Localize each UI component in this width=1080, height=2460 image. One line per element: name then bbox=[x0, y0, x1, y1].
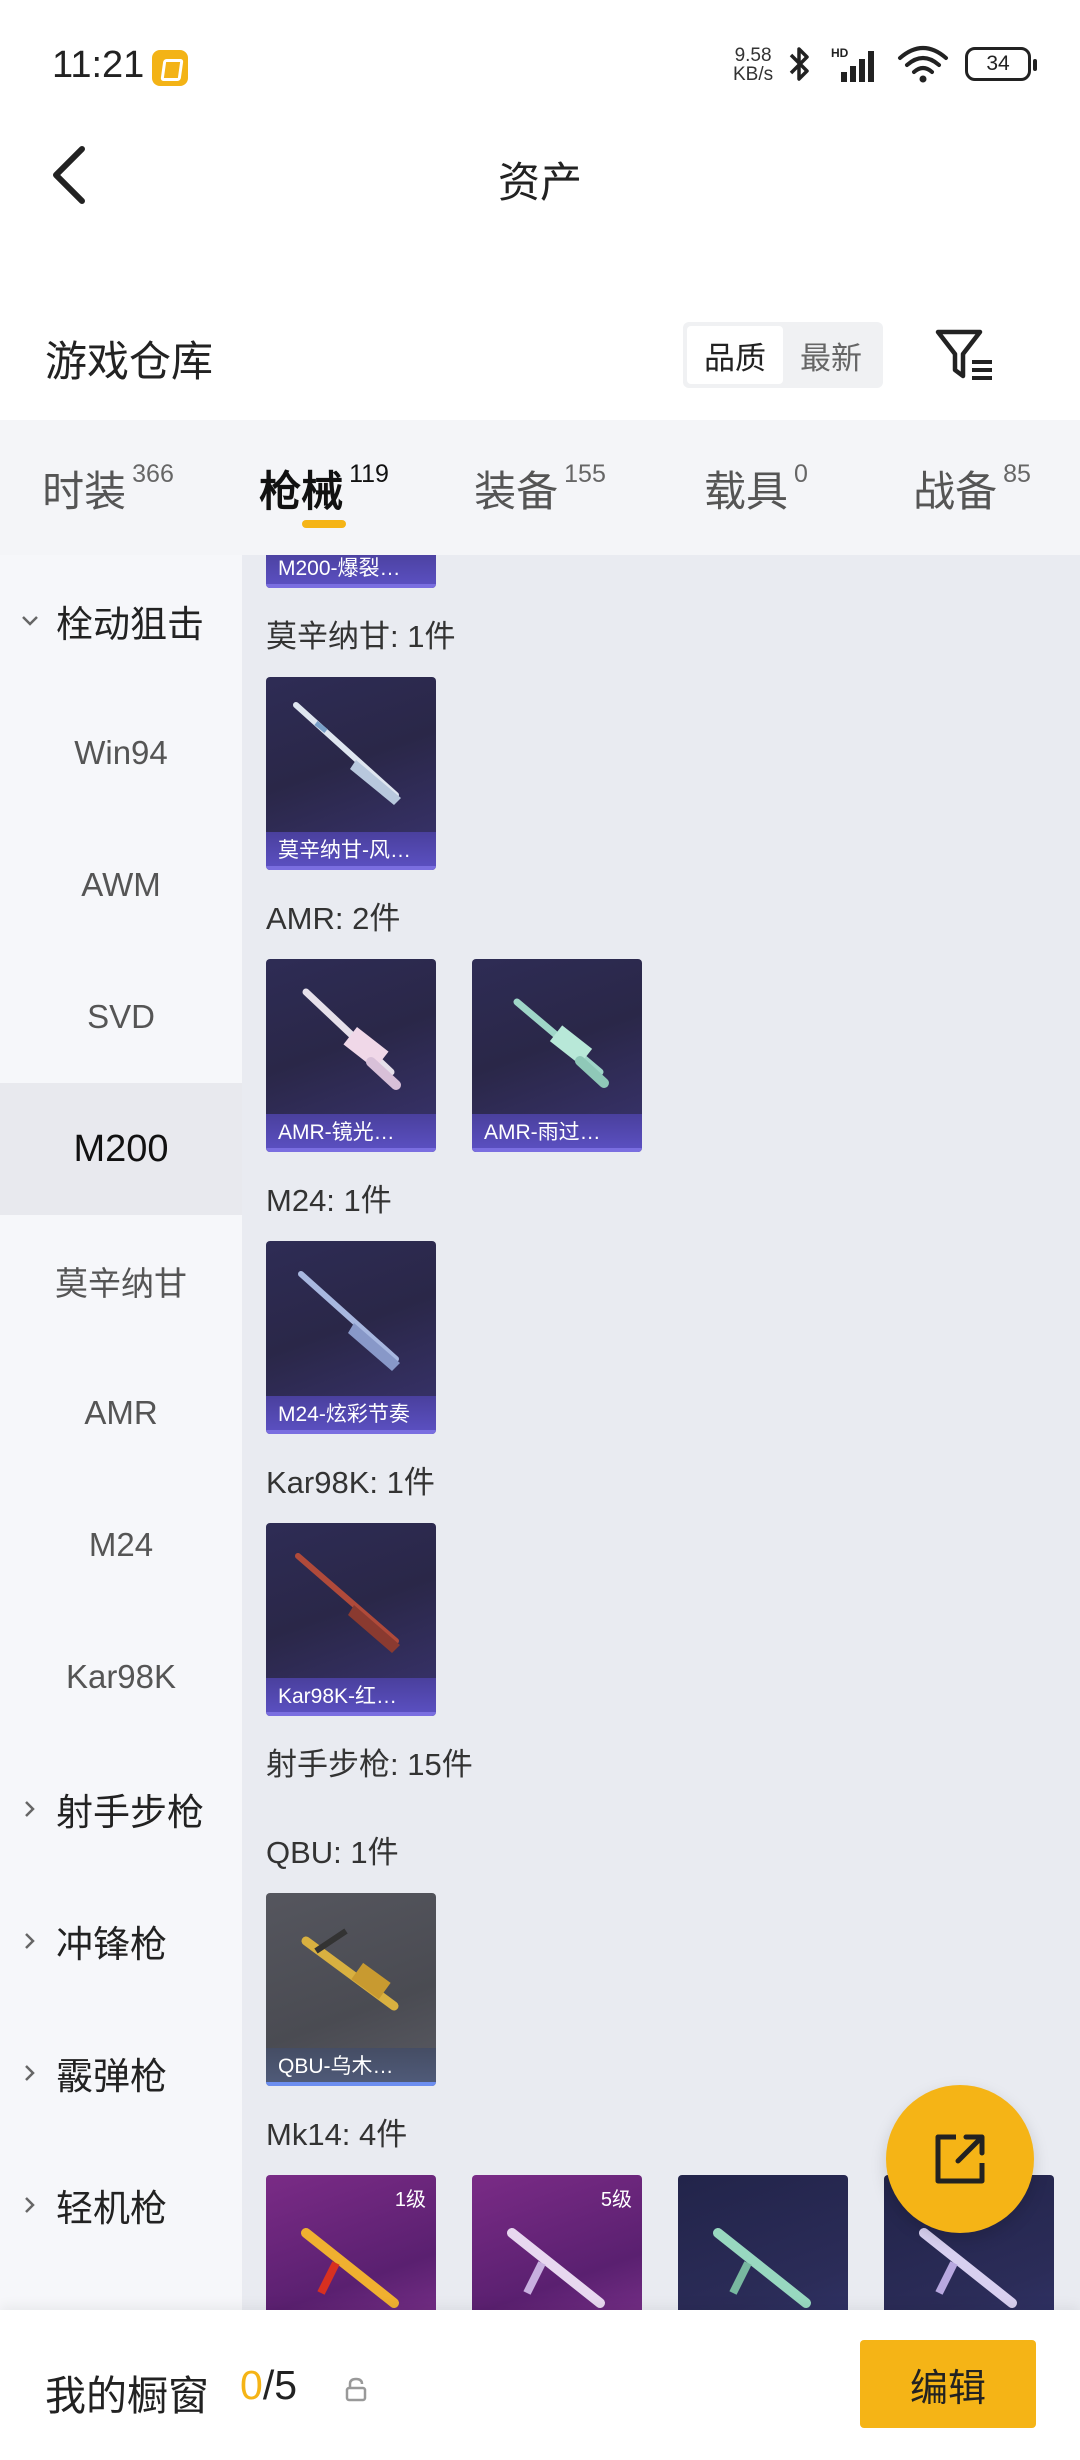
network-speed: 9.58 KB/s bbox=[733, 45, 774, 85]
nav-group-bolt-sniper[interactable]: 栓动狙击 bbox=[0, 555, 242, 687]
nav-item-amr[interactable]: AMR bbox=[0, 1347, 242, 1479]
filter-icon bbox=[935, 329, 992, 380]
chevron-right-icon bbox=[25, 1801, 35, 1817]
skin-card[interactable]: M24-炫彩节奏 bbox=[266, 1241, 436, 1434]
tab-firearms[interactable]: 枪械 119 bbox=[216, 420, 432, 555]
section-label: QBU: 1件 bbox=[266, 1835, 399, 1870]
sort-by-newest[interactable]: 最新 bbox=[783, 326, 879, 384]
status-bar: 11:21 9.58 KB/s HD 34 bbox=[0, 0, 1080, 135]
nav-group-marksman-rifle[interactable]: 射手步枪 bbox=[0, 1743, 242, 1875]
chevron-down-icon bbox=[22, 616, 38, 626]
tab-vehicles[interactable]: 载具 0 bbox=[648, 420, 864, 555]
status-icons: HD 34 bbox=[785, 44, 1037, 84]
skin-card[interactable]: 1级 bbox=[266, 2175, 436, 2310]
svg-text:HD: HD bbox=[831, 46, 849, 60]
nav-group-smg[interactable]: 冲锋枪 bbox=[0, 1875, 242, 2007]
showcase-label: 我的橱窗 bbox=[45, 2373, 209, 2419]
nav-item-win94[interactable]: Win94 bbox=[0, 687, 242, 819]
cellular-signal-icon: HD bbox=[831, 46, 874, 82]
rifle-image bbox=[302, 988, 401, 1090]
skin-card[interactable]: Kar98K-红… bbox=[266, 1523, 436, 1716]
rifle-image bbox=[713, 2228, 811, 2308]
rifle-image bbox=[298, 1271, 400, 1371]
skin-card[interactable] bbox=[678, 2175, 848, 2310]
nav-item-m24[interactable]: M24 bbox=[0, 1479, 242, 1611]
nav-item-kar98k[interactable]: Kar98K bbox=[0, 1611, 242, 1743]
chevron-right-icon bbox=[25, 1933, 35, 1949]
section-label: Kar98K: 1件 bbox=[266, 1465, 435, 1500]
edit-button[interactable]: 编辑 bbox=[860, 2340, 1036, 2428]
sort-by-quality[interactable]: 品质 bbox=[687, 326, 783, 384]
page-title: 资产 bbox=[497, 159, 582, 206]
nav-item-awm[interactable]: AWM bbox=[0, 819, 242, 951]
bluetooth-icon bbox=[789, 47, 809, 81]
tab-fashion[interactable]: 时装 366 bbox=[0, 420, 216, 555]
rifle-image bbox=[293, 702, 401, 805]
section-label: 射手步枪: 15件 bbox=[266, 1747, 473, 1782]
skin-list: M200-爆裂… 莫辛纳甘: 1件 莫辛纳甘-风… AMR: 2件 AMR-镜光… bbox=[242, 555, 1080, 2310]
skin-card[interactable]: QBU-乌木… bbox=[266, 1893, 436, 2086]
tab-equipment[interactable]: 装备 155 bbox=[432, 420, 648, 555]
weapon-type-sidebar: 栓动狙击 Win94 AWM SVD M200 莫辛纳甘 AMR M24 Kar… bbox=[0, 555, 242, 2310]
sort-toggle: 品质 最新 bbox=[683, 322, 883, 388]
tab-supplies[interactable]: 战备 85 bbox=[864, 420, 1080, 555]
skin-card[interactable]: AMR-雨过… bbox=[472, 959, 642, 1152]
lock-icon bbox=[345, 2377, 367, 2402]
rifle-image bbox=[507, 2228, 605, 2308]
status-time: 11:21 bbox=[52, 44, 145, 86]
skin-card[interactable]: M200-爆裂… bbox=[266, 555, 436, 588]
battery-icon: 34 bbox=[965, 47, 1037, 81]
share-external-icon bbox=[935, 2134, 985, 2184]
nav-group-lmg[interactable]: 轻机枪 bbox=[0, 2139, 242, 2271]
rifle-image bbox=[301, 2228, 399, 2308]
filter-button[interactable] bbox=[930, 320, 1000, 390]
chevron-right-icon bbox=[25, 2197, 35, 2213]
nav-item-m200[interactable]: M200 bbox=[0, 1083, 242, 1215]
rifle-image bbox=[301, 1928, 399, 2011]
top-header: 资产 bbox=[0, 135, 1080, 230]
rifle-image bbox=[513, 998, 609, 1088]
section-label: 莫辛纳甘: 1件 bbox=[266, 619, 456, 654]
notification-icon bbox=[152, 50, 188, 86]
nav-group-shotgun[interactable]: 霰弹枪 bbox=[0, 2007, 242, 2139]
rifle-image bbox=[295, 1553, 400, 1653]
section-label: AMR: 2件 bbox=[266, 901, 401, 936]
skin-card[interactable]: 莫辛纳甘-风… bbox=[266, 677, 436, 870]
nav-item-svd[interactable]: SVD bbox=[0, 951, 242, 1083]
section-label: Mk14: 4件 bbox=[266, 2117, 408, 2152]
skin-card[interactable]: AMR-镜光… bbox=[266, 959, 436, 1152]
category-tabs: 时装 366 枪械 119 装备 155 载具 0 战备 85 bbox=[0, 420, 1080, 555]
chevron-right-icon bbox=[25, 2065, 35, 2081]
bottom-bar: 我的橱窗 0/5 编辑 bbox=[0, 2310, 1080, 2460]
nav-item-mosin[interactable]: 莫辛纳甘 bbox=[0, 1215, 242, 1347]
share-fab-button[interactable] bbox=[886, 2085, 1034, 2233]
warehouse-title: 游戏仓库 bbox=[45, 338, 214, 385]
skin-card[interactable]: 5级 bbox=[472, 2175, 642, 2310]
wifi-icon bbox=[898, 46, 948, 83]
showcase-count: 0/5 bbox=[240, 2362, 298, 2408]
active-tab-indicator bbox=[302, 520, 346, 528]
section-label: M24: 1件 bbox=[266, 1183, 392, 1218]
